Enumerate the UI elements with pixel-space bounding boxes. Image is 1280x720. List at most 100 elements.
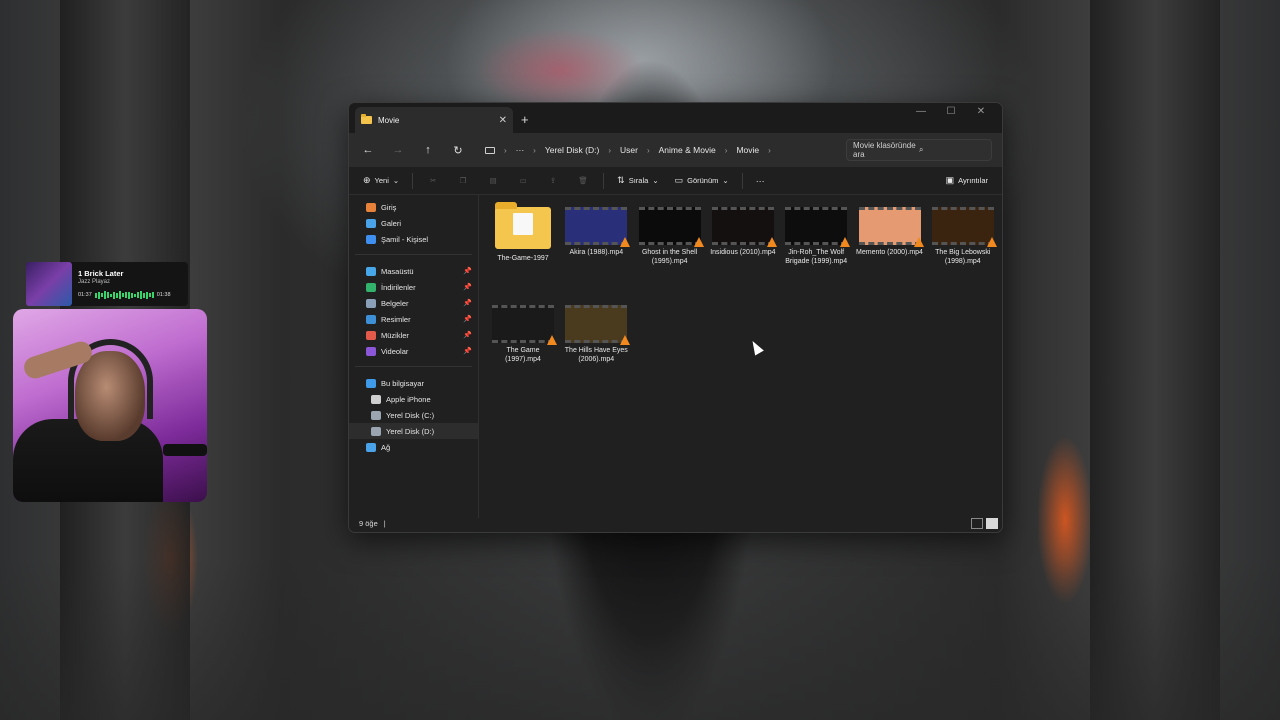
vlc-cone-icon: [620, 237, 631, 247]
time-total: 01:38: [156, 292, 171, 298]
network-icon: [366, 442, 376, 452]
sidebar-item[interactable]: Yerel Disk (C:): [349, 407, 478, 423]
equalizer-bar: [115, 292, 118, 298]
equalizer-bar: [100, 293, 103, 297]
breadcrumb-more-button[interactable]: ···: [516, 145, 525, 155]
sidebar-item[interactable]: Ağ: [349, 439, 478, 455]
breadcrumb-separator[interactable]: ›: [608, 146, 611, 155]
sidebar-item[interactable]: Yerel Disk (D:): [349, 423, 478, 439]
sidebar-item[interactable]: Şamil - Kişisel: [349, 231, 478, 247]
breadcrumb-separator: ›: [504, 145, 507, 155]
window-controls: — ☐ ✕: [906, 106, 996, 117]
sidebar-item[interactable]: Apple iPhone: [349, 391, 478, 407]
video-file-item[interactable]: Akira (1988).mp4: [562, 207, 631, 257]
video-file-item[interactable]: Ghost in the Shell (1995).mp4: [636, 207, 704, 266]
close-tab-button[interactable]: ✕: [499, 115, 507, 126]
pin-icon[interactable]: 📌: [463, 331, 472, 339]
pin-icon[interactable]: 📌: [463, 315, 472, 323]
maximize-button[interactable]: ☐: [936, 106, 966, 117]
computer-icon: [366, 378, 376, 388]
equalizer-bar: [118, 291, 121, 299]
breadcrumb-separator[interactable]: ›: [725, 146, 728, 155]
sidebar-item[interactable]: Bu bilgisayar: [349, 375, 478, 391]
up-button[interactable]: ↑: [415, 144, 441, 156]
breadcrumb-separator[interactable]: ›: [647, 146, 650, 155]
equalizer: [94, 291, 154, 299]
address-bar[interactable]: › ··· › Yerel Disk (D:) › User › Anime &…: [479, 138, 835, 162]
breadcrumb-item[interactable]: Movie: [736, 145, 759, 155]
file-explorer-window: Movie ✕ + — ☐ ✕ ← → ↑ ↻ › ··· › Yerel Di…: [348, 102, 1003, 533]
tab-movie[interactable]: Movie ✕: [355, 107, 513, 133]
sidebar-item-label: Belgeler: [381, 298, 409, 308]
details-button[interactable]: ▣ Ayrıntılar: [940, 171, 994, 191]
new-tab-button[interactable]: +: [521, 112, 529, 127]
sidebar-item[interactable]: Resimler 📌: [349, 311, 478, 327]
music-widget: 1 Brick Later Jazz Playaz 01:37 01:38: [26, 262, 188, 306]
video-thumbnail: [565, 207, 631, 247]
breadcrumb-item[interactable]: Anime & Movie: [659, 145, 716, 155]
more-options-button[interactable]: ···: [750, 171, 771, 191]
rename-button[interactable]: ▭: [510, 171, 536, 191]
back-button[interactable]: ←: [355, 144, 381, 156]
video-file-item[interactable]: Jin-Roh_The Wolf Brigade (1999).mp4: [782, 207, 851, 266]
equalizer-bar: [142, 292, 145, 298]
paste-icon: ▤: [489, 176, 497, 185]
status-caret: |: [383, 518, 386, 528]
equalizer-bar: [151, 292, 154, 298]
search-placeholder: Movie klasöründe ara: [853, 141, 916, 159]
sidebar-item[interactable]: Masaüstü 📌: [349, 263, 478, 279]
details-view-icon[interactable]: [971, 518, 983, 529]
search-icon[interactable]: ⌕: [919, 145, 985, 155]
sidebar-item[interactable]: Videolar 📌: [349, 343, 478, 359]
navigation-pane: Giriş Galeri Şamil - Kişisel Masaüstü 📌 İndir…: [349, 195, 479, 518]
pin-icon[interactable]: 📌: [463, 299, 472, 307]
sidebar-item[interactable]: Müzikler 📌: [349, 327, 478, 343]
sort-button[interactable]: ⇅ Sırala ⌄: [611, 171, 664, 191]
pin-icon[interactable]: 📌: [463, 283, 472, 291]
file-name: Ghost in the Shell (1995).mp4: [641, 249, 698, 265]
delete-button[interactable]: 🗑: [570, 171, 596, 191]
refresh-button[interactable]: ↻: [445, 144, 471, 157]
sidebar-item[interactable]: Belgeler 📌: [349, 295, 478, 311]
view-label: Görünüm: [687, 176, 719, 185]
paste-button[interactable]: ▤: [480, 171, 506, 191]
search-input[interactable]: Movie klasöründe ara ⌕: [846, 139, 992, 161]
cut-button[interactable]: ✂: [420, 171, 446, 191]
pin-icon[interactable]: 📌: [463, 267, 472, 275]
breadcrumb-item[interactable]: Yerel Disk (D:): [545, 145, 599, 155]
sidebar-item[interactable]: Giriş: [349, 199, 478, 215]
video-file-item[interactable]: Memento (2000).mp4: [856, 207, 924, 257]
new-button[interactable]: ⊕ Yeni ⌄: [357, 171, 405, 191]
new-button-label: Yeni: [374, 176, 389, 185]
more-icon: ···: [755, 175, 765, 186]
video-file-item[interactable]: The Game (1997).mp4: [489, 305, 557, 364]
video-file-item[interactable]: The Hills Have Eyes (2006).mp4: [562, 305, 631, 364]
forward-button[interactable]: →: [385, 144, 411, 156]
breadcrumb-separator[interactable]: ›: [768, 146, 771, 155]
cloud-icon: [366, 234, 376, 244]
chevron-down-icon: ⌄: [392, 176, 400, 185]
video-file-item[interactable]: The Big Lebowski (1998).mp4: [929, 207, 997, 266]
sidebar-item[interactable]: Galeri: [349, 215, 478, 231]
sidebar-item-label: Giriş: [381, 202, 397, 212]
videos-icon: [366, 346, 376, 356]
copy-button[interactable]: ❐: [450, 171, 476, 191]
sidebar-item[interactable]: İndirilenler 📌: [349, 279, 478, 295]
pin-icon[interactable]: 📌: [463, 347, 472, 355]
sidebar-item-label: Şamil - Kişisel: [381, 234, 429, 244]
large-icons-view-icon[interactable]: [986, 518, 998, 529]
equalizer-bar: [133, 293, 136, 297]
equalizer-bar: [97, 291, 100, 299]
view-button[interactable]: ▭ Görünüm ⌄: [669, 171, 735, 191]
video-file-item[interactable]: Insidious (2010).mp4: [709, 207, 777, 257]
close-window-button[interactable]: ✕: [966, 106, 996, 117]
file-name: Akira (1988).mp4: [569, 249, 624, 256]
sidebar-item-label: Bu bilgisayar: [381, 378, 424, 388]
track-title: 1 Brick Later: [78, 269, 124, 278]
progress-row: 01:37 01:38: [78, 291, 188, 299]
minimize-button[interactable]: —: [906, 106, 936, 117]
share-button[interactable]: ⇪: [540, 171, 566, 191]
breadcrumb-item[interactable]: User: [620, 145, 638, 155]
vlc-cone-icon: [693, 237, 704, 247]
folder-item[interactable]: The-Game-1997: [489, 202, 557, 263]
